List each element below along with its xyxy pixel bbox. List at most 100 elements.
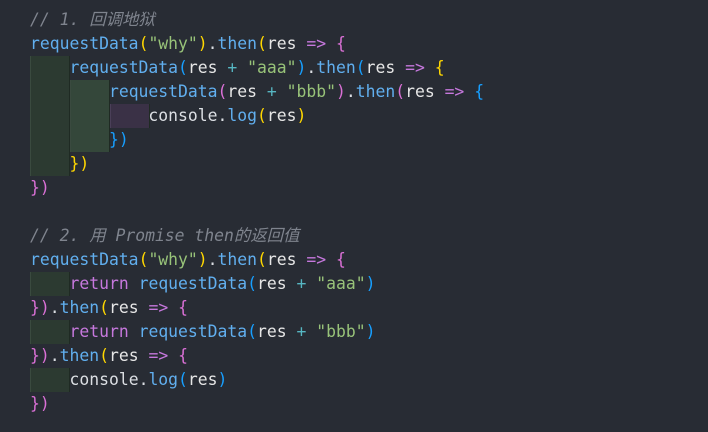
code-line[interactable]: }) [30,176,50,200]
code-token: ( [247,322,258,341]
code-editor[interactable]: // 1. 回调地狱 requestData("why").then(res =>… [0,0,708,432]
code-token: { [336,34,346,53]
code-token: res [227,82,257,101]
code-token: "why" [148,250,198,269]
code-token: . [138,370,149,389]
code-token: log [148,370,179,389]
code-line[interactable]: console.log(res) [30,104,306,128]
code-line[interactable]: }).then(res => { [30,296,188,320]
code-token: ( [217,82,228,101]
code-token: console [69,370,139,389]
code-token: => [306,34,327,53]
code-token: }) [30,346,50,365]
code-token: . [207,34,218,53]
code-token: { [336,250,346,269]
code-token: . [207,250,218,269]
code-token: return [69,322,129,341]
code-token: ( [247,274,258,293]
code-token: + [227,58,238,77]
code-token: // 1. 回调地狱 [30,10,155,29]
code-token: { [434,58,445,77]
code-token: ) [197,34,208,53]
code-token: ( [355,58,366,77]
code-token: res [266,250,297,269]
code-token: then [217,250,258,269]
code-line[interactable]: requestData(res + "aaa").then(res => { [30,56,445,80]
code-line[interactable]: }) [30,128,129,152]
code-token: . [49,298,60,317]
code-token: ) [365,322,376,341]
code-token: res [257,274,287,293]
code-line[interactable]: }).then(res => { [30,344,188,368]
code-token: => [444,82,465,101]
code-token: ) [296,58,307,77]
code-token: res [266,106,297,125]
code-token: => [405,58,425,77]
code-line[interactable]: requestData(res + "bbb").then(res => { [30,80,484,104]
code-line[interactable]: }) [30,152,89,176]
code-line[interactable]: // 2. 用 Promise then的返回值 [30,224,299,248]
code-line[interactable]: }) [30,392,50,416]
code-line[interactable]: requestData("why").then(res => { [30,32,346,56]
code-token: log [227,106,257,125]
code-token: ( [256,106,267,125]
code-token: res [187,370,218,389]
code-token: ) [296,106,307,125]
code-token: "aaa" [247,58,297,77]
code-line[interactable]: return requestData(res + "bbb") [30,320,375,344]
code-token: ( [395,82,406,101]
code-token: "bbb" [316,322,366,341]
code-token: . [345,82,356,101]
code-token: ( [178,58,188,77]
code-line[interactable]: return requestData(res + "aaa") [30,272,375,296]
code-token: ( [178,370,188,389]
code-token: res [365,58,396,77]
code-line[interactable]: console.log(res) [30,368,227,392]
code-token: "why" [148,34,198,53]
code-token: . [49,346,60,365]
code-token: + [296,274,307,293]
code-token: { [178,298,188,317]
code-token: ( [257,34,267,53]
code-line[interactable]: // 1. 回调地狱 [30,8,155,32]
code-token: then [59,346,100,365]
code-token: { [474,82,485,101]
code-token: + [296,322,307,341]
code-token: "aaa" [316,274,366,293]
code-token: + [266,82,277,101]
code-token: ) [365,274,376,293]
code-token: res [266,34,297,53]
code-token: ) [197,250,208,269]
code-token: }) [108,130,129,149]
code-token: => [148,298,169,317]
code-token: res [108,298,139,317]
code-token: { [178,346,188,365]
code-token: then [59,298,100,317]
code-token: res [108,346,139,365]
code-line[interactable]: requestData("why").then(res => { [30,248,346,272]
code-token: ) [217,370,228,389]
code-token: }) [69,154,90,173]
